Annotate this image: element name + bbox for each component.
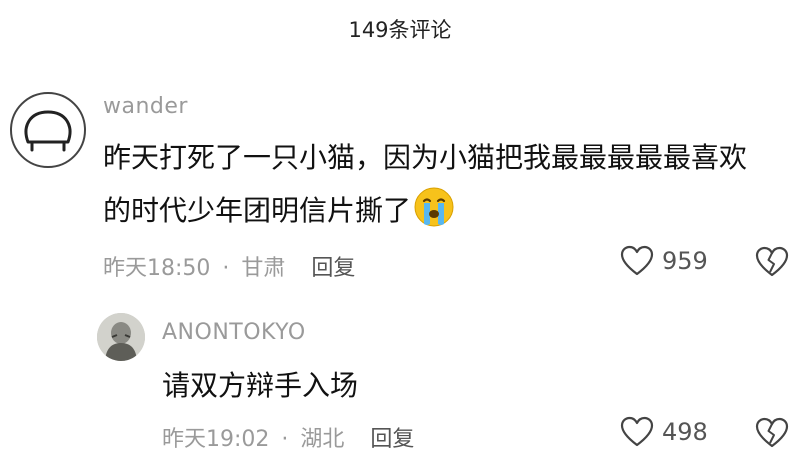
meta-separator: ·	[281, 427, 289, 452]
meta-separator: ·	[222, 256, 230, 281]
like-count: 959	[662, 247, 708, 275]
comment-text: 请双方辩手入场	[162, 369, 359, 402]
comment-text-line: 的时代少年团明信片撕了	[103, 186, 455, 235]
reply-button[interactable]: 回复	[311, 256, 355, 281]
like-button[interactable]: 498	[620, 416, 708, 448]
comment-count-title: 149条评论	[348, 18, 452, 42]
comment-text-line: 昨天打死了一只小猫，因为小猫把我最最最最最喜欢	[103, 141, 748, 174]
like-count: 498	[662, 418, 708, 446]
crying-face-icon	[414, 187, 454, 227]
heart-outline-icon	[620, 416, 654, 447]
avatar[interactable]	[97, 313, 145, 361]
comment-username[interactable]: wander	[103, 94, 188, 119]
comment-text-segment: 的时代少年团明信片撕了	[103, 194, 412, 227]
photo-avatar-icon	[97, 313, 145, 361]
like-button[interactable]: 959	[620, 245, 708, 277]
dislike-button[interactable]	[755, 417, 789, 449]
comment-meta: 昨天18:50 · 甘肃 回复	[103, 250, 355, 282]
broken-heart-icon	[755, 417, 789, 448]
avatar[interactable]	[8, 90, 88, 170]
comment-username[interactable]: ANONTOKYO	[162, 320, 306, 345]
comment-time: 昨天18:50	[103, 256, 211, 281]
reply-button[interactable]: 回复	[370, 427, 414, 452]
broken-heart-icon	[755, 246, 789, 277]
comment-time: 昨天19:02	[162, 427, 270, 452]
heart-outline-icon	[620, 245, 654, 276]
comment-location: 湖北	[300, 427, 345, 452]
comment-meta: 昨天19:02 · 湖北 回复	[162, 421, 414, 453]
doodle-avatar-icon	[10, 92, 86, 168]
dislike-button[interactable]	[755, 246, 789, 278]
comment-location: 甘肃	[241, 256, 286, 281]
